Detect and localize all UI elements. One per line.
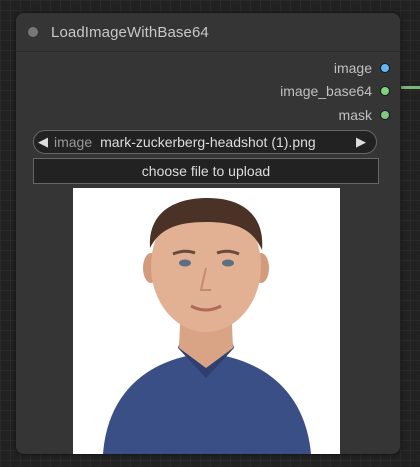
output-slot-icon[interactable]: [380, 86, 390, 96]
next-arrow-icon[interactable]: ▶: [352, 134, 370, 150]
image-combo-widget[interactable]: ◀ image mark-zuckerberg-headshot (1).png…: [33, 130, 377, 154]
output-mask[interactable]: mask: [339, 107, 390, 123]
node-titlebar[interactable]: LoadImageWithBase64: [16, 13, 400, 52]
output-link-wire: [401, 86, 420, 89]
person-photo-icon: [73, 188, 340, 454]
node-title: LoadImageWithBase64: [51, 23, 209, 41]
image-preview: [73, 188, 340, 454]
output-label: image: [333, 60, 372, 76]
widget-name: image: [54, 134, 93, 150]
output-slot-icon[interactable]: [380, 63, 390, 73]
load-image-node[interactable]: LoadImageWithBase64 image image_base64 m…: [16, 13, 400, 454]
prev-arrow-icon[interactable]: ◀: [34, 134, 52, 150]
output-label: mask: [338, 107, 372, 123]
collapse-dot-icon[interactable]: [28, 27, 38, 37]
widget-value: mark-zuckerberg-headshot (1).png: [100, 134, 316, 150]
output-slot-icon[interactable]: [380, 110, 390, 120]
output-image[interactable]: image: [334, 60, 390, 76]
output-label: image_base64: [280, 83, 372, 99]
output-image-base64[interactable]: image_base64: [280, 83, 390, 99]
upload-button[interactable]: choose file to upload: [33, 158, 379, 184]
